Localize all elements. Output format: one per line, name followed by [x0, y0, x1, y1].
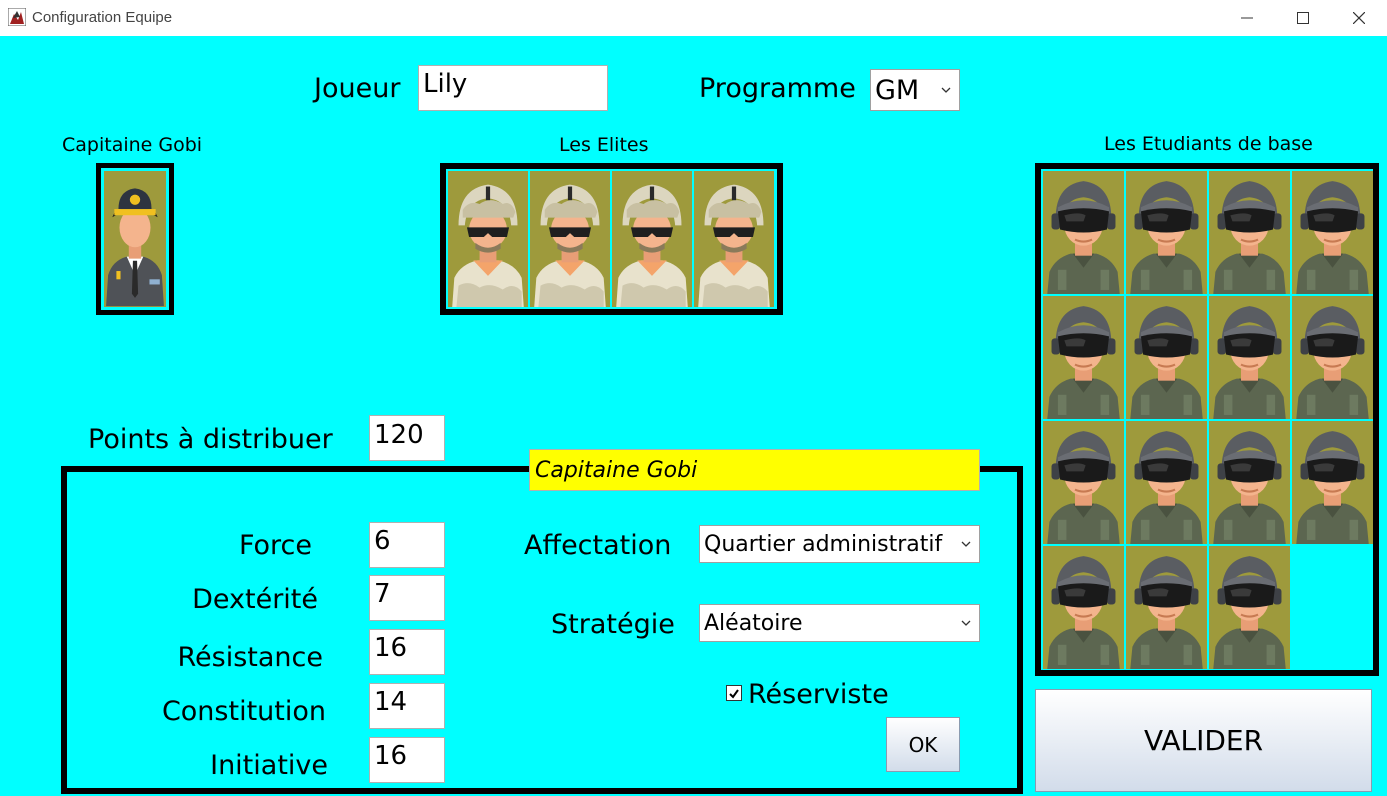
points-label: Points à distribuer [88, 424, 333, 455]
stat-input-force[interactable]: 6 [369, 522, 445, 568]
reserviste-checkbox[interactable] [726, 685, 742, 701]
reserviste-label: Réserviste [748, 679, 889, 710]
captain-label: Capitaine Gobi [62, 134, 203, 156]
student-soldier-icon [1043, 421, 1124, 544]
chevron-down-icon [961, 541, 971, 547]
minimize-button[interactable] [1218, 0, 1276, 36]
student-soldier-icon [1292, 421, 1373, 544]
elite-soldier-icon [612, 171, 692, 307]
maximize-icon [1297, 12, 1309, 24]
student-unit[interactable] [1126, 171, 1207, 294]
stat-value-resistance: 16 [374, 633, 408, 663]
student-unit[interactable] [1209, 546, 1290, 669]
stat-input-resistance[interactable]: 16 [369, 629, 445, 675]
student-unit[interactable] [1209, 296, 1290, 419]
joueur-value: Lily [423, 69, 468, 99]
stat-value-constitution: 14 [374, 687, 408, 717]
student-unit[interactable] [1292, 296, 1373, 419]
student-soldier-icon [1043, 171, 1124, 294]
strategie-label: Stratégie [551, 609, 675, 640]
programme-value: GM [875, 74, 920, 106]
student-unit[interactable] [1292, 171, 1373, 294]
window-title: Configuration Equipe [32, 9, 173, 26]
student-unit[interactable] [1043, 421, 1124, 544]
minimize-icon [1241, 17, 1253, 19]
points-value: 120 [374, 420, 424, 450]
stat-value-dexterite: 7 [374, 579, 391, 609]
captain-avatar-icon [104, 171, 166, 307]
student-unit[interactable] [1043, 296, 1124, 419]
student-soldier-icon [1043, 296, 1124, 419]
chevron-down-icon [941, 87, 951, 93]
students-grid [1041, 169, 1373, 670]
affectation-value: Quartier administratif [704, 531, 943, 557]
student-unit[interactable] [1292, 421, 1373, 544]
elites-label: Les Elites [559, 134, 649, 156]
elite-unit[interactable] [694, 171, 774, 307]
student-unit[interactable] [1043, 171, 1124, 294]
valider-button[interactable]: VALIDER [1035, 689, 1372, 792]
close-button[interactable] [1330, 0, 1387, 36]
captain-portrait[interactable] [104, 171, 166, 307]
close-icon [1353, 12, 1365, 24]
programme-select[interactable]: GM [870, 69, 960, 111]
student-soldier-icon [1292, 296, 1373, 419]
stat-value-initiative: 16 [374, 741, 408, 771]
student-soldier-icon [1126, 296, 1207, 419]
strategie-value: Aléatoire [704, 610, 803, 636]
student-soldier-icon [1126, 421, 1207, 544]
student-soldier-icon [1209, 171, 1290, 294]
stat-value-force: 6 [374, 526, 391, 556]
selected-name: Capitaine Gobi [535, 457, 698, 483]
elite-soldier-icon [530, 171, 610, 307]
elites-grid [446, 169, 777, 309]
student-unit[interactable] [1209, 171, 1290, 294]
student-unit[interactable] [1043, 546, 1124, 669]
students-frame [1035, 163, 1379, 676]
stat-label-dexterite: Dextérité [192, 584, 318, 615]
student-soldier-icon [1292, 171, 1373, 294]
student-soldier-icon [1126, 546, 1207, 669]
selected-name-field[interactable]: Capitaine Gobi [529, 449, 980, 491]
stat-label-constitution: Constitution [161, 696, 326, 727]
student-soldier-icon [1209, 296, 1290, 419]
stat-input-dexterite[interactable]: 7 [369, 575, 445, 621]
title-bar [0, 0, 1387, 36]
stat-label-resistance: Résistance [177, 642, 324, 673]
maximize-button[interactable] [1274, 0, 1332, 36]
joueur-label: Joueur [314, 73, 401, 104]
captain-frame [96, 163, 174, 315]
students-label: Les Etudiants de base [1104, 133, 1313, 155]
programme-label: Programme [699, 73, 856, 104]
student-soldier-icon [1209, 421, 1290, 544]
student-soldier-icon [1126, 171, 1207, 294]
elite-soldier-icon [694, 171, 774, 307]
joueur-input[interactable]: Lily [418, 65, 608, 111]
points-input[interactable]: 120 [369, 415, 445, 461]
student-unit[interactable] [1126, 421, 1207, 544]
stat-label-initiative: Initiative [210, 750, 328, 781]
student-soldier-icon [1043, 546, 1124, 669]
affectation-label: Affectation [524, 530, 672, 561]
affectation-select[interactable]: Quartier administratif [699, 525, 980, 563]
student-soldier-icon [1209, 546, 1290, 669]
ok-button[interactable]: OK [886, 717, 960, 772]
elite-unit[interactable] [448, 171, 528, 307]
stat-input-initiative[interactable]: 16 [369, 737, 445, 783]
elite-soldier-icon [448, 171, 528, 307]
checkmark-icon [729, 689, 739, 699]
chevron-down-icon [961, 620, 971, 626]
app-icon [8, 8, 26, 26]
stat-input-constitution[interactable]: 14 [369, 683, 445, 729]
elite-unit[interactable] [530, 171, 610, 307]
student-unit[interactable] [1209, 421, 1290, 544]
elites-frame [440, 163, 783, 315]
student-unit[interactable] [1126, 296, 1207, 419]
elite-unit[interactable] [612, 171, 692, 307]
stat-label-force: Force [238, 530, 312, 561]
student-unit[interactable] [1126, 546, 1207, 669]
strategie-select[interactable]: Aléatoire [699, 604, 980, 642]
